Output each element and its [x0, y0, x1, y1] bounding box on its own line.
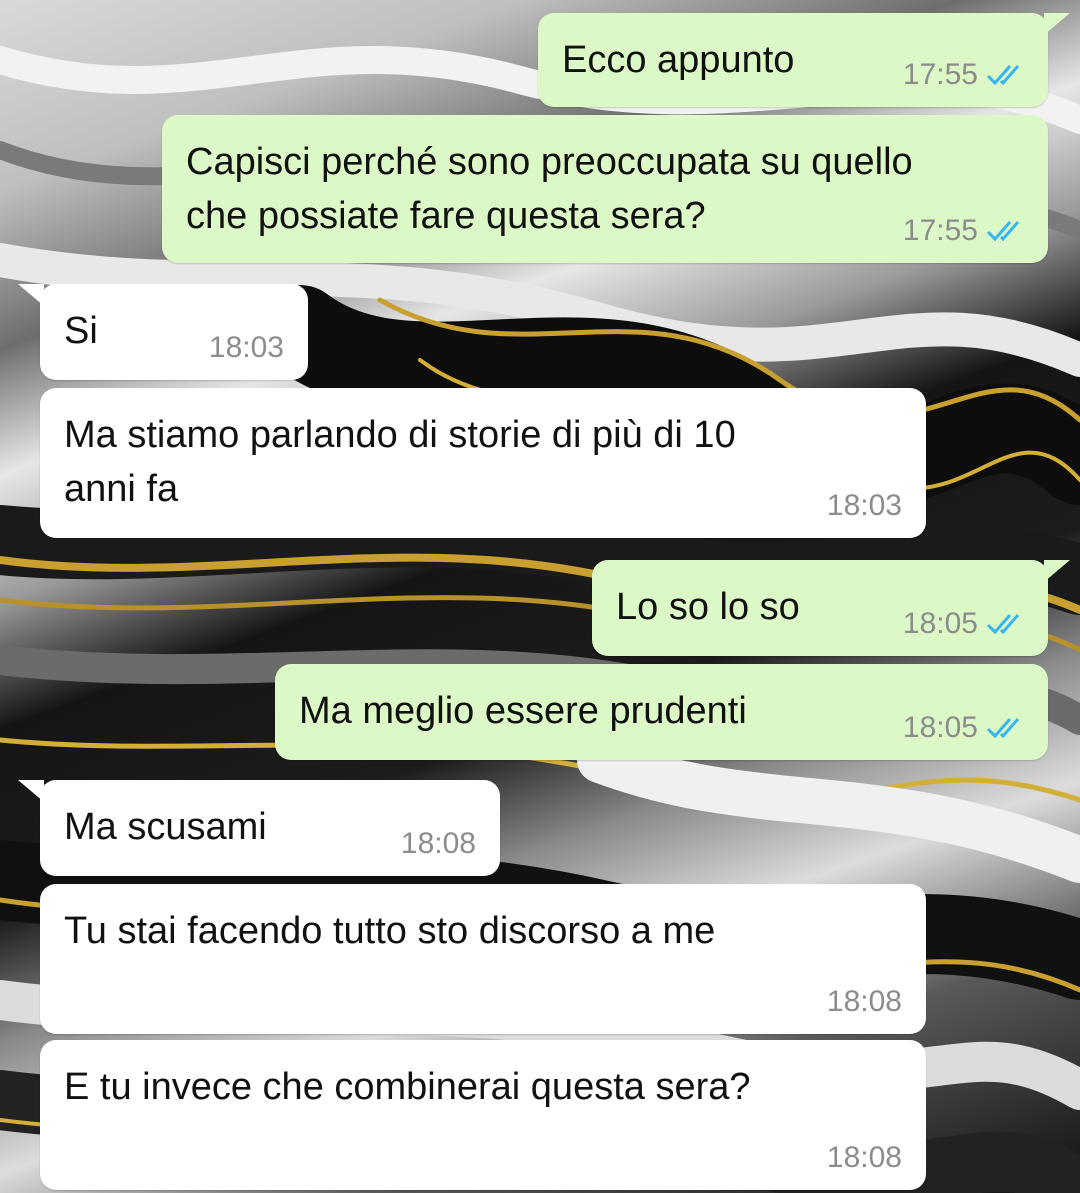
double-check-icon — [986, 718, 1020, 739]
message-text: E tu invece che combinerai questa sera? — [64, 1066, 751, 1108]
message-text: Tu stai facendo tutto sto discorso a me — [64, 910, 716, 952]
message-bubble-incoming[interactable]: E tu invece che combinerai questa sera? … — [40, 1040, 926, 1190]
message-text: Lo so lo so — [616, 586, 800, 628]
message-bubble-incoming[interactable]: Ma stiamo parlando di storie di più di 1… — [40, 388, 926, 538]
message-time: 18:08 — [826, 985, 902, 1018]
message-meta: 18:03 — [209, 330, 284, 366]
message-meta: 18:05 — [903, 606, 1026, 642]
message-text: Si — [64, 310, 98, 352]
message-bubble-incoming[interactable]: Tu stai facendo tutto sto discorso a me … — [40, 884, 926, 1034]
message-time: 17:55 — [902, 58, 978, 91]
message-text: Ecco appunto — [562, 39, 795, 81]
message-meta: 18:08 — [401, 826, 476, 862]
message-time: 18:08 — [826, 1141, 902, 1174]
message-meta: 18:05 — [903, 710, 1026, 746]
message-text: Ma stiamo parlando di storie di più di 1… — [64, 414, 736, 510]
message-bubble-incoming[interactable]: Ma scusami 18:08 — [18, 780, 500, 876]
double-check-icon — [986, 221, 1020, 242]
message-time: 18:03 — [826, 489, 902, 522]
message-time: 18:05 — [902, 607, 978, 640]
message-time: 18:08 — [400, 827, 476, 860]
message-meta: 18:08 — [827, 1140, 902, 1176]
message-meta: 18:08 — [827, 984, 902, 1020]
double-check-icon — [986, 614, 1020, 635]
message-bubble-outgoing[interactable]: Lo so lo so 18:05 — [592, 560, 1070, 656]
message-text: Capisci perché sono preoccupata su quell… — [186, 141, 913, 237]
message-time: 18:05 — [902, 711, 978, 744]
message-time: 17:55 — [902, 214, 978, 247]
message-bubble-outgoing[interactable]: Ma meglio essere prudenti 18:05 — [275, 664, 1048, 760]
message-text: Ma scusami — [64, 806, 267, 848]
message-meta: 18:03 — [827, 488, 902, 524]
message-text: Ma meglio essere prudenti — [299, 690, 747, 732]
message-meta: 17:55 — [903, 57, 1026, 93]
message-meta: 17:55 — [903, 213, 1026, 249]
bubble-tail — [18, 284, 44, 306]
message-bubble-outgoing[interactable]: Ecco appunto 17:55 — [538, 13, 1070, 107]
bubble-tail — [1044, 13, 1070, 35]
bubble-tail — [18, 780, 44, 802]
bubble-tail — [1044, 560, 1070, 582]
message-bubble-incoming[interactable]: Si 18:03 — [18, 284, 308, 380]
message-bubble-outgoing[interactable]: Capisci perché sono preoccupata su quell… — [162, 115, 1048, 263]
double-check-icon — [986, 65, 1020, 86]
message-time: 18:03 — [208, 331, 284, 364]
